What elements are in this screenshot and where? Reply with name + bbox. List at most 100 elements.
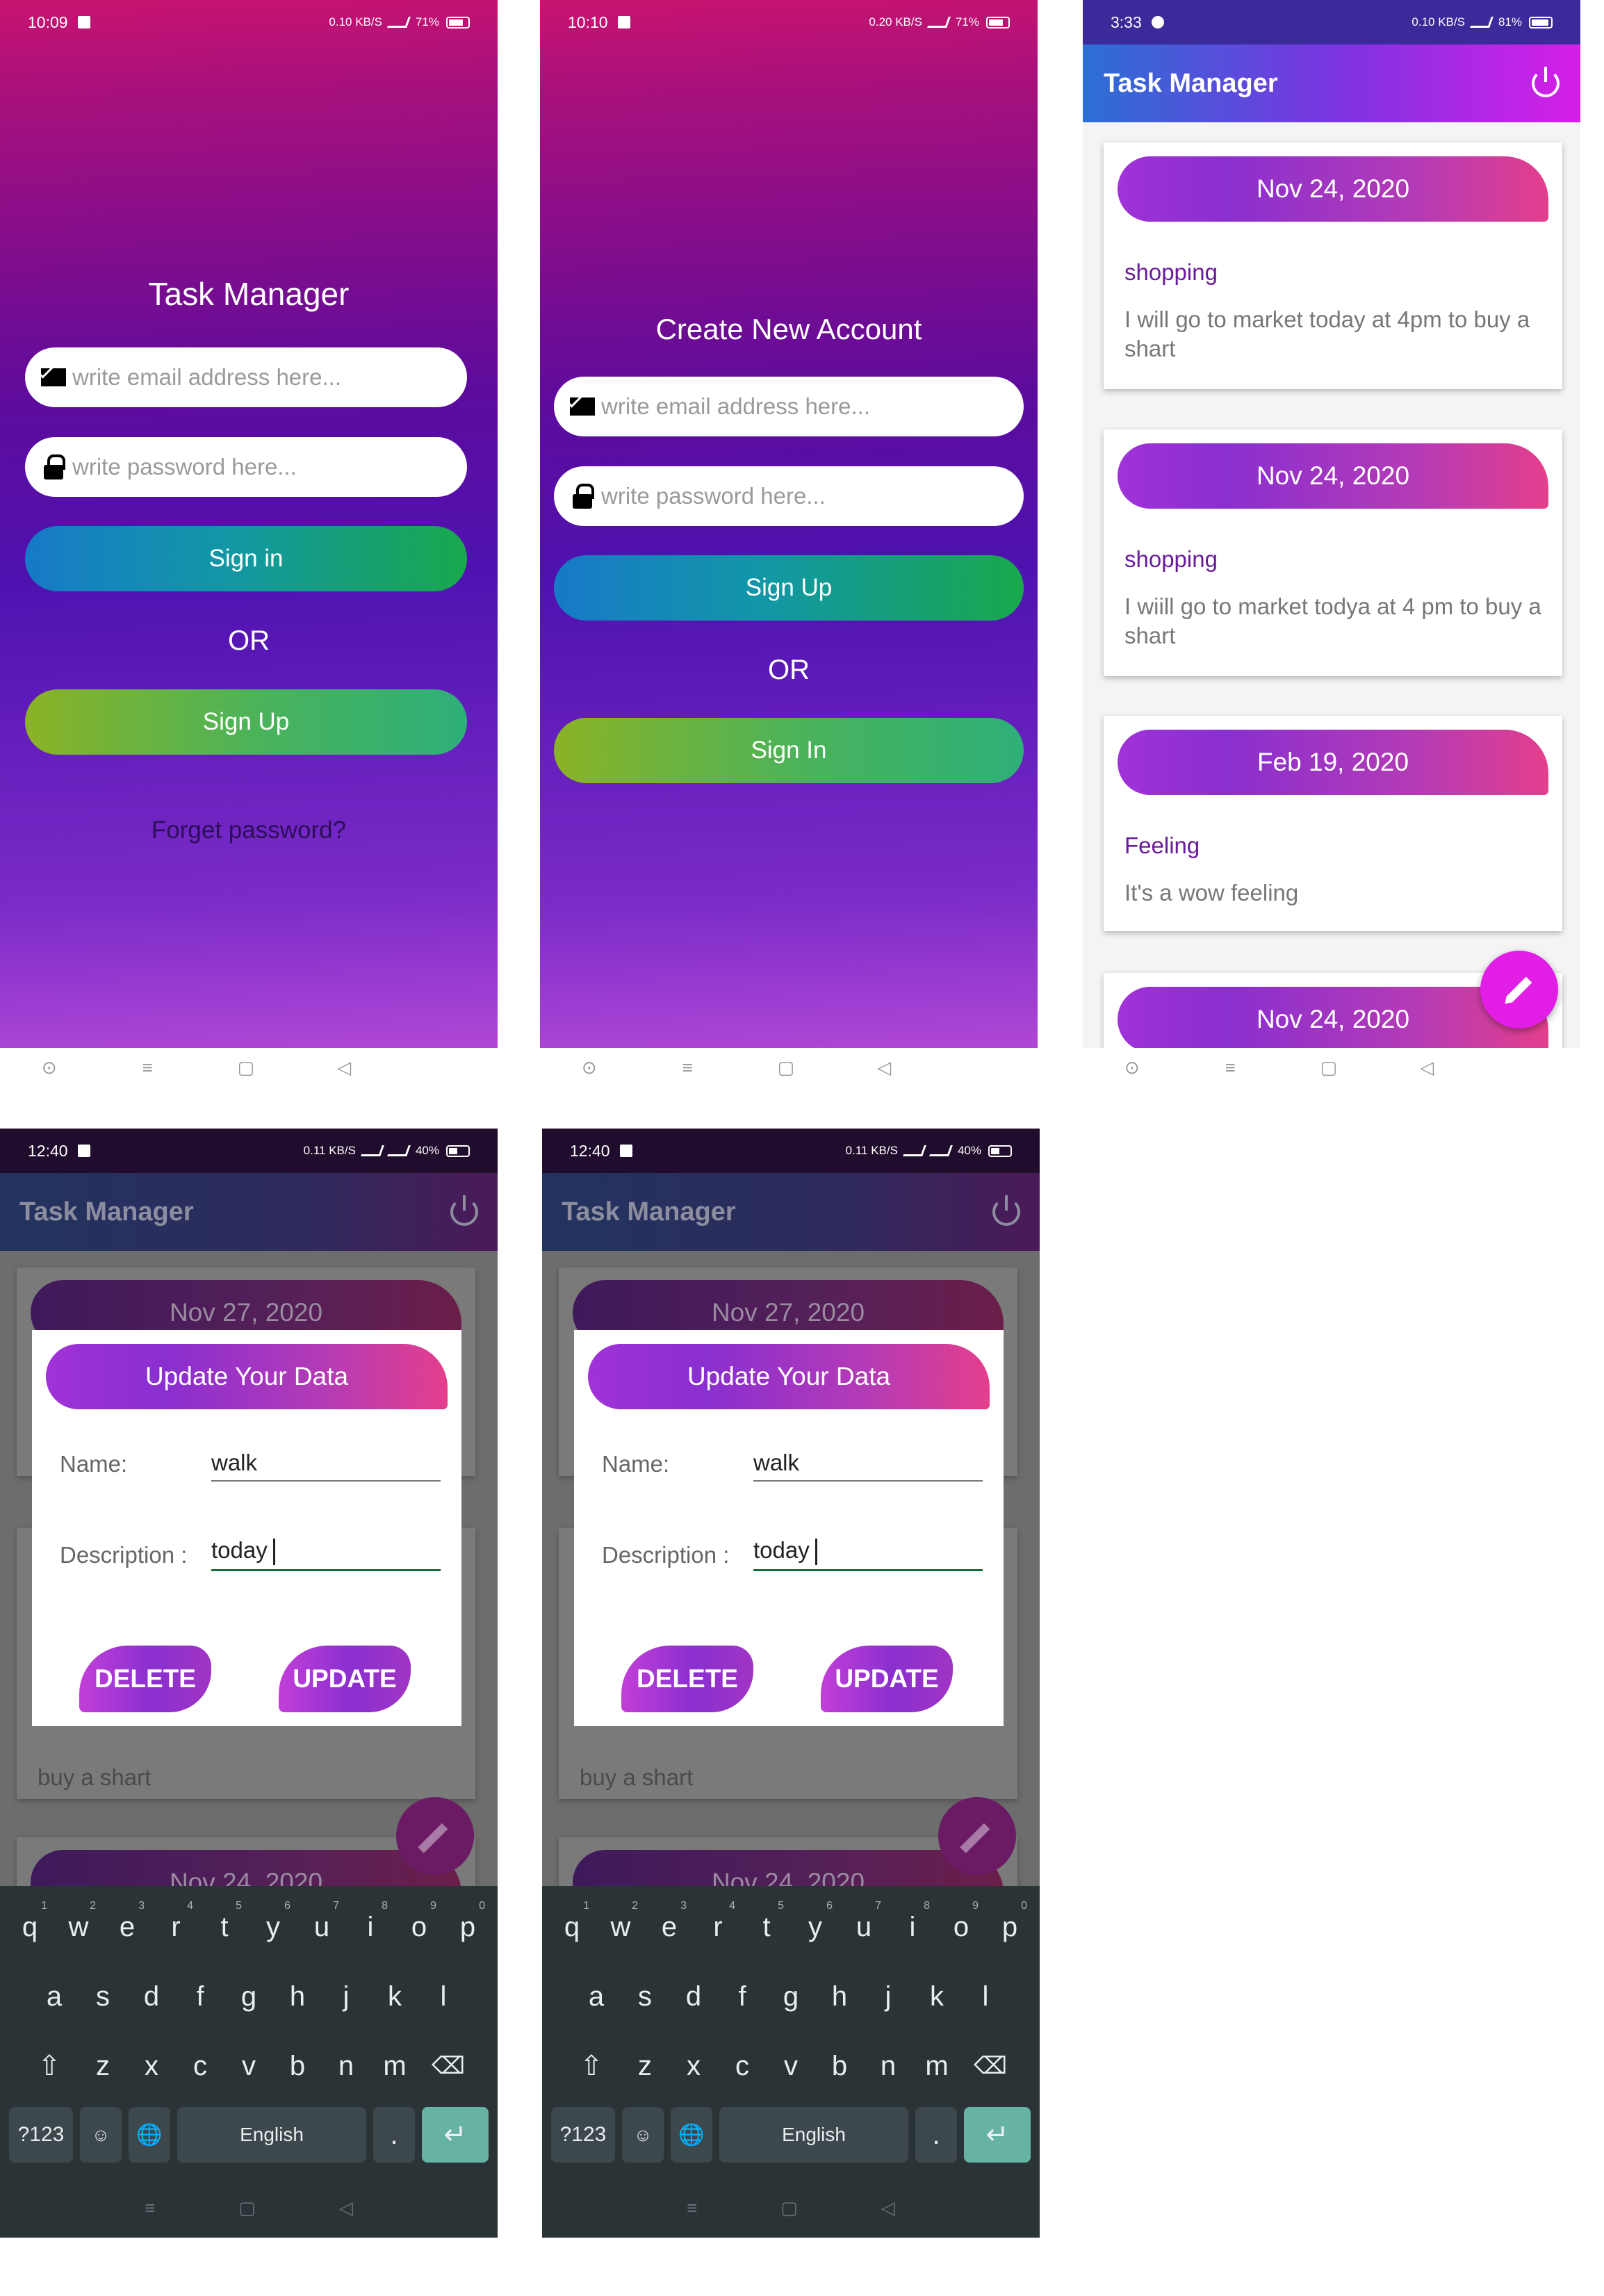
key-r[interactable]: r4 [153, 1896, 199, 1958]
home-icon[interactable]: ▢ [238, 2197, 256, 2219]
key-z[interactable]: z [80, 2035, 126, 2097]
enter-key-icon[interactable]: ↵ [422, 2107, 489, 2163]
task-card[interactable]: Nov 24, 2020 shopping I will go to marke… [1104, 142, 1562, 389]
key-n[interactable]: n [323, 2035, 369, 2097]
delete-button[interactable]: DELETE [621, 1646, 753, 1712]
key-d[interactable]: d [671, 1965, 717, 2028]
key-i[interactable]: i8 [890, 1896, 935, 1958]
key-z[interactable]: z [622, 2035, 668, 2097]
shift-key-icon[interactable]: ⇧ [22, 2035, 77, 2097]
key-k[interactable]: k [914, 1965, 960, 2028]
menu-icon[interactable]: ≡ [687, 2197, 697, 2219]
home-icon[interactable]: ▢ [780, 2197, 798, 2219]
update-button[interactable]: UPDATE [279, 1646, 411, 1712]
key-p[interactable]: p0 [445, 1896, 491, 1958]
backspace-key-icon[interactable]: ⌫ [420, 2035, 476, 2097]
key-l[interactable]: l [420, 1965, 466, 2028]
key-e[interactable]: e3 [104, 1896, 150, 1958]
key-u[interactable]: u7 [299, 1896, 345, 1958]
key-g[interactable]: g [226, 1965, 272, 2028]
key-y[interactable]: y6 [792, 1896, 838, 1958]
backspace-key-icon[interactable]: ⌫ [963, 2035, 1018, 2097]
key-x[interactable]: x [671, 2035, 717, 2097]
key-d[interactable]: d [129, 1965, 174, 2028]
menu-icon[interactable]: ≡ [663, 1057, 712, 1079]
key-j[interactable]: j [865, 1965, 911, 2028]
name-field[interactable]: walk [753, 1450, 983, 1482]
globe-key-icon[interactable]: 🌐 [129, 2107, 170, 2163]
key-k[interactable]: k [372, 1965, 418, 2028]
period-key[interactable]: . [915, 2107, 957, 2163]
key-y[interactable]: y6 [250, 1896, 296, 1958]
key-v[interactable]: v [226, 2035, 272, 2097]
key-p[interactable]: p0 [987, 1896, 1033, 1958]
emoji-key-icon[interactable]: ☺ [622, 2107, 664, 2163]
key-f[interactable]: f [177, 1965, 223, 2028]
key-l[interactable]: l [963, 1965, 1008, 2028]
key-t[interactable]: t5 [744, 1896, 789, 1958]
home-icon[interactable]: ▢ [222, 1057, 270, 1079]
key-q[interactable]: q1 [7, 1896, 53, 1958]
back-icon[interactable]: ◁ [860, 1057, 908, 1079]
space-bar[interactable]: English [177, 2107, 366, 2163]
key-j[interactable]: j [323, 1965, 369, 2028]
key-m[interactable]: m [372, 2035, 418, 2097]
key-w[interactable]: w2 [598, 1896, 644, 1958]
assistant-icon[interactable]: ⊙ [565, 1057, 614, 1079]
key-a[interactable]: a [31, 1965, 77, 2028]
key-n[interactable]: n [865, 2035, 911, 2097]
logout-icon[interactable] [992, 1195, 1020, 1226]
sign-in-button[interactable]: Sign in [25, 526, 467, 591]
key-o[interactable]: o9 [396, 1896, 442, 1958]
password-field[interactable]: write password here... [25, 437, 467, 497]
menu-icon[interactable]: ≡ [123, 1057, 172, 1079]
home-icon[interactable]: ▢ [762, 1057, 810, 1079]
logout-icon[interactable] [450, 1195, 478, 1226]
back-icon[interactable]: ◁ [339, 2197, 353, 2219]
task-card[interactable]: Nov 24, 2020 shopping I wiill go to mark… [1104, 429, 1562, 676]
task-card[interactable]: Feb 19, 2020 Feeling It's a wow feeling [1104, 716, 1562, 931]
back-icon[interactable]: ◁ [881, 2197, 895, 2219]
period-key[interactable]: . [373, 2107, 415, 2163]
key-x[interactable]: x [129, 2035, 174, 2097]
password-field[interactable]: write password here... [554, 466, 1024, 526]
key-u[interactable]: u7 [841, 1896, 887, 1958]
key-g[interactable]: g [768, 1965, 814, 2028]
key-q[interactable]: q1 [549, 1896, 595, 1958]
key-c[interactable]: c [719, 2035, 765, 2097]
forget-password-link[interactable]: Forget password? [0, 817, 498, 844]
home-icon[interactable]: ▢ [1304, 1057, 1353, 1079]
shift-key-icon[interactable]: ⇧ [564, 2035, 619, 2097]
sign-up-button[interactable]: Sign Up [25, 689, 467, 755]
key-s[interactable]: s [80, 1965, 126, 2028]
edit-fab-button[interactable] [396, 1797, 474, 1875]
description-field[interactable]: today [211, 1537, 441, 1572]
enter-key-icon[interactable]: ↵ [964, 2107, 1031, 2163]
assistant-icon[interactable]: ⊙ [1108, 1057, 1156, 1079]
delete-button[interactable]: DELETE [79, 1646, 211, 1712]
update-button[interactable]: UPDATE [821, 1646, 953, 1712]
symbols-key[interactable]: ?123 [551, 2107, 615, 2163]
back-icon[interactable]: ◁ [1402, 1057, 1451, 1079]
logout-icon[interactable] [1532, 67, 1560, 97]
edit-fab-button[interactable] [938, 1797, 1016, 1875]
back-icon[interactable]: ◁ [320, 1057, 368, 1079]
key-h[interactable]: h [275, 1965, 320, 2028]
key-o[interactable]: o9 [938, 1896, 984, 1958]
key-b[interactable]: b [817, 2035, 862, 2097]
key-r[interactable]: r4 [695, 1896, 741, 1958]
menu-icon[interactable]: ≡ [1206, 1057, 1254, 1079]
assistant-icon[interactable]: ⊙ [25, 1057, 74, 1079]
key-s[interactable]: s [622, 1965, 668, 2028]
symbols-key[interactable]: ?123 [9, 2107, 73, 2163]
key-a[interactable]: a [573, 1965, 619, 2028]
emoji-key-icon[interactable]: ☺ [80, 2107, 122, 2163]
key-w[interactable]: w2 [56, 1896, 101, 1958]
key-b[interactable]: b [275, 2035, 320, 2097]
email-field[interactable]: write email address here... [25, 347, 467, 407]
menu-icon[interactable]: ≡ [145, 2197, 155, 2219]
edit-fab-button[interactable] [1480, 951, 1558, 1028]
key-t[interactable]: t5 [202, 1896, 247, 1958]
sign-up-button[interactable]: Sign Up [554, 555, 1024, 621]
key-f[interactable]: f [719, 1965, 765, 2028]
